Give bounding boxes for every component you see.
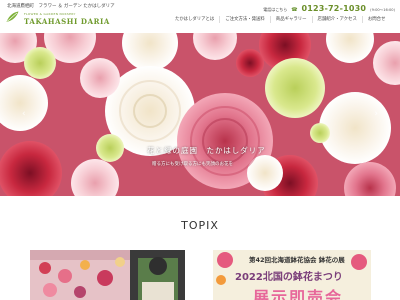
main-nav: たかはしダリアとは ご注文方法・発送料 商品ギャラリー 店舗紹介・アクセス お問… — [170, 16, 390, 23]
phone-number[interactable]: 0123-72-1030 — [301, 4, 366, 13]
hero-caption: 花と緑の庭園 たかはしダリア — [147, 146, 266, 155]
business-hours: (9:00～16:00) — [370, 8, 395, 12]
topix-heading: TOPIX — [181, 219, 219, 232]
site-header: 北海道鷹栖町 フラワー ＆ ガーデン たかはしダリア FLOWER & GARD… — [0, 0, 400, 33]
hero-subcaption: 贈る方にも受け取る方にも笑顔のお花を — [152, 162, 233, 167]
topix-card-1[interactable] — [30, 250, 185, 300]
hero-prev-arrow[interactable]: ‹ — [22, 109, 26, 119]
logo-text: TAKAHASHI DARIA — [24, 17, 110, 26]
header-tagline: 北海道鷹栖町 フラワー ＆ ガーデン たかはしダリア — [7, 4, 115, 9]
nav-ordering[interactable]: ご注文方法・発送料 — [219, 16, 270, 23]
hero-next-arrow[interactable]: › — [374, 109, 378, 119]
topix-photo-decorations — [30, 250, 185, 300]
poster-event: 展示即売会 — [253, 288, 344, 300]
header-contact: 電話はこちら ☎ 0123-72-1030 (9:00～16:00) — [263, 4, 395, 13]
poster-title: 2022北国の鉢花まつり — [235, 272, 343, 283]
nav-about[interactable]: たかはしダリアとは — [170, 16, 219, 23]
hero-slider: ‹ › 花と緑の庭園 たかはしダリア 贈る方にも受け取る方にも笑顔のお花を — [0, 33, 400, 196]
nav-access[interactable]: 店舗紹介・アクセス — [311, 16, 362, 23]
topix-card-2[interactable]: 第42回北海道鉢花協会 鉢花の展 2022北国の鉢花まつり 展示即売会 — [213, 250, 371, 300]
nav-gallery[interactable]: 商品ギャラリー — [269, 16, 312, 23]
nav-contact[interactable]: お問合せ — [361, 16, 391, 23]
phone-icon: ☎ — [291, 7, 298, 13]
logo-subtitle: FLOWER & GARDEN NURSERY — [24, 12, 76, 16]
poster-heading: 第42回北海道鉢花協会 鉢花の展 — [249, 256, 345, 264]
contact-label: 電話はこちら — [263, 7, 288, 12]
hero-flower-image — [0, 33, 400, 196]
leaf-logo-icon — [6, 11, 19, 22]
